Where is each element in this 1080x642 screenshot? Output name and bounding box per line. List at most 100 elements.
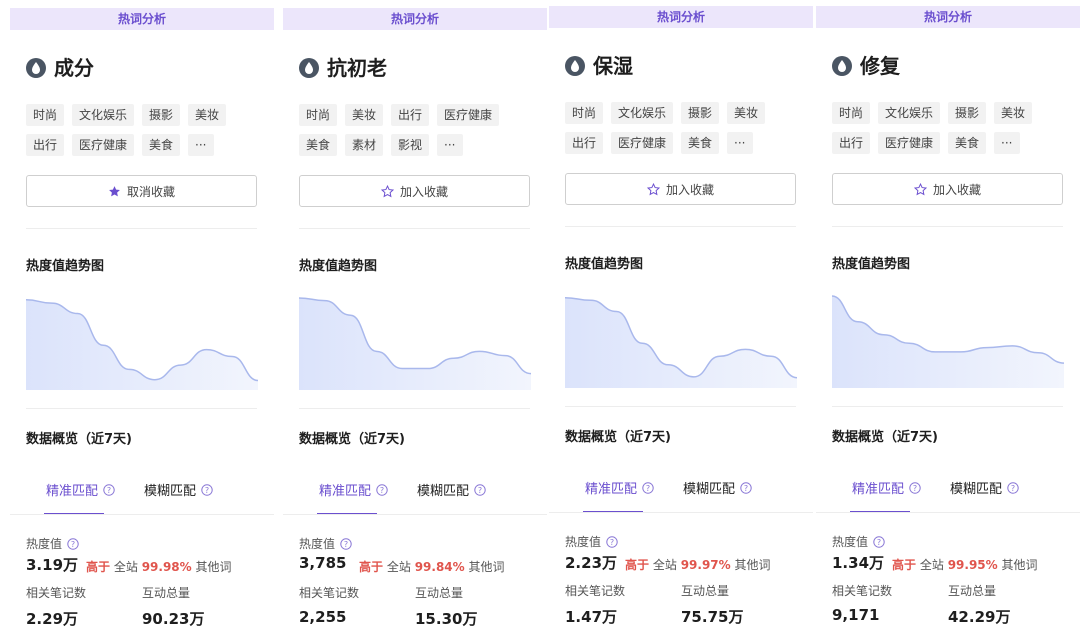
svg-text:?: ?: [744, 484, 748, 493]
help-icon[interactable]: ?: [67, 537, 79, 550]
card-header: 热词分析: [283, 8, 547, 30]
help-icon[interactable]: ?: [201, 483, 213, 496]
tab-exact-label: 精准匹配: [46, 484, 99, 499]
favorite-label: 加入收藏: [932, 182, 981, 197]
tag-chip[interactable]: 影视: [391, 134, 430, 156]
tag-chip[interactable]: 美妆: [188, 104, 227, 126]
other-word: 其他词: [1001, 558, 1038, 572]
tag-chip[interactable]: 出行: [391, 104, 430, 126]
tab-fuzzy-match[interactable]: 模糊匹配 ?: [683, 478, 752, 497]
tag-chip[interactable]: 美妆: [345, 104, 384, 126]
help-icon[interactable]: ?: [103, 483, 115, 496]
tag-chip[interactable]: 出行: [26, 134, 65, 156]
favorite-label: 加入收藏: [399, 184, 448, 199]
svg-text:?: ?: [107, 486, 111, 495]
interactions-label: 互动总量: [415, 586, 464, 600]
tag-chip[interactable]: 摄影: [142, 104, 181, 126]
heat-percent: 99.95%: [947, 558, 998, 572]
notes-label: 相关笔记数: [565, 584, 626, 598]
svg-text:?: ?: [877, 538, 881, 547]
divider: [26, 408, 257, 409]
heat-label: 热度值: [832, 535, 869, 549]
notes-value: 2.29万: [26, 610, 79, 628]
favorite-button[interactable]: 加入收藏: [832, 173, 1063, 205]
tag-chip[interactable]: 摄影: [681, 102, 720, 124]
card-header: 热词分析: [549, 6, 813, 28]
help-icon[interactable]: ?: [376, 483, 388, 496]
help-icon[interactable]: ?: [474, 483, 486, 496]
tag-chip[interactable]: 美妆: [727, 102, 766, 124]
card-header: 热词分析: [816, 6, 1080, 28]
tab-fuzzy-match[interactable]: 模糊匹配 ?: [144, 480, 213, 499]
tab-exact-match[interactable]: 精准匹配 ?: [46, 480, 115, 499]
tag-chip[interactable]: 美食: [299, 134, 338, 156]
divider: [26, 228, 257, 229]
divider: [565, 406, 796, 407]
help-icon[interactable]: ?: [1007, 481, 1019, 494]
tab-exact-match[interactable]: 精准匹配 ?: [319, 480, 388, 499]
favorite-label: 加入收藏: [665, 182, 714, 197]
overview-title: 数据概览（近7天): [26, 432, 132, 447]
help-icon[interactable]: ?: [909, 481, 921, 494]
tab-exact-label: 精准匹配: [585, 482, 638, 497]
tag-chip[interactable]: 医疗健康: [878, 132, 941, 154]
tag-chip[interactable]: 医疗健康: [437, 104, 500, 126]
tag-chip[interactable]: 时尚: [299, 104, 338, 126]
keyword-card: 热词分析 抗初老 时尚 美妆 出行 医疗健康 美食 素材 影视 ··· 加入收藏 热度值趋势图…: [283, 8, 547, 640]
tag-chip[interactable]: 出行: [565, 132, 604, 154]
keyword-row: 修复: [832, 54, 900, 78]
tab-fuzzy-label: 模糊匹配: [144, 484, 197, 499]
tab-exact-label: 精准匹配: [852, 482, 905, 497]
tag-chip[interactable]: 时尚: [565, 102, 604, 124]
tag-chip[interactable]: 摄影: [948, 102, 987, 124]
tag-chip[interactable]: 文化娱乐: [878, 102, 941, 124]
tag-chip[interactable]: 医疗健康: [72, 134, 135, 156]
help-icon[interactable]: ?: [642, 481, 654, 494]
favorite-label: 取消收藏: [126, 184, 175, 199]
drop-icon: [565, 56, 585, 76]
favorite-button[interactable]: 加入收藏: [565, 173, 796, 205]
keyword-card: 热词分析 成分 时尚 文化娱乐 摄影 美妆 出行 医疗健康 美食 ··· 取消收藏 热度值趋势…: [10, 8, 274, 640]
tag-chip[interactable]: 出行: [832, 132, 871, 154]
tag-chip[interactable]: ···: [188, 134, 214, 156]
favorite-button[interactable]: 取消收藏: [26, 175, 257, 207]
tag-chip[interactable]: 文化娱乐: [72, 104, 135, 126]
tag-chip[interactable]: 医疗健康: [611, 132, 674, 154]
divider: [299, 408, 530, 409]
help-icon[interactable]: ?: [606, 535, 618, 548]
tabs-divider: [10, 514, 274, 515]
help-icon[interactable]: ?: [340, 537, 352, 550]
tag-chip[interactable]: 美妆: [994, 102, 1033, 124]
heat-value: 2.23万: [565, 554, 618, 572]
favorite-button[interactable]: 加入收藏: [299, 175, 530, 207]
tag-chip[interactable]: ···: [994, 132, 1020, 154]
notes-value: 2,255: [299, 608, 347, 626]
tab-fuzzy-match[interactable]: 模糊匹配 ?: [417, 480, 486, 499]
heat-label: 热度值: [26, 537, 63, 551]
tab-exact-match[interactable]: 精准匹配 ?: [852, 478, 921, 497]
divider: [565, 226, 796, 227]
tag-chip[interactable]: 时尚: [26, 104, 65, 126]
heat-label-row: 热度值 ?: [299, 535, 352, 552]
tag-chip[interactable]: ···: [437, 134, 463, 156]
notes-value: 1.47万: [565, 608, 618, 626]
help-icon[interactable]: ?: [740, 481, 752, 494]
tab-fuzzy-match[interactable]: 模糊匹配 ?: [950, 478, 1019, 497]
tag-chip[interactable]: ···: [727, 132, 753, 154]
tab-exact-match[interactable]: 精准匹配 ?: [585, 478, 654, 497]
svg-text:?: ?: [646, 484, 650, 493]
tag-chip[interactable]: 文化娱乐: [611, 102, 674, 124]
drop-icon: [832, 56, 852, 76]
tag-chip[interactable]: 美食: [948, 132, 987, 154]
tabs-divider: [549, 512, 813, 513]
help-icon[interactable]: ?: [873, 535, 885, 548]
tag-chip[interactable]: 美食: [681, 132, 720, 154]
keyword-row: 保湿: [565, 54, 633, 78]
tag-chip[interactable]: 美食: [142, 134, 181, 156]
overview-title: 数据概览（近7天): [832, 430, 938, 445]
tag-chip[interactable]: 素材: [345, 134, 384, 156]
tag-chip[interactable]: 时尚: [832, 102, 871, 124]
divider: [299, 228, 530, 229]
match-tabs: 精准匹配 ? 模糊匹配 ?: [26, 476, 266, 516]
heat-value: 3.19万: [26, 556, 79, 574]
